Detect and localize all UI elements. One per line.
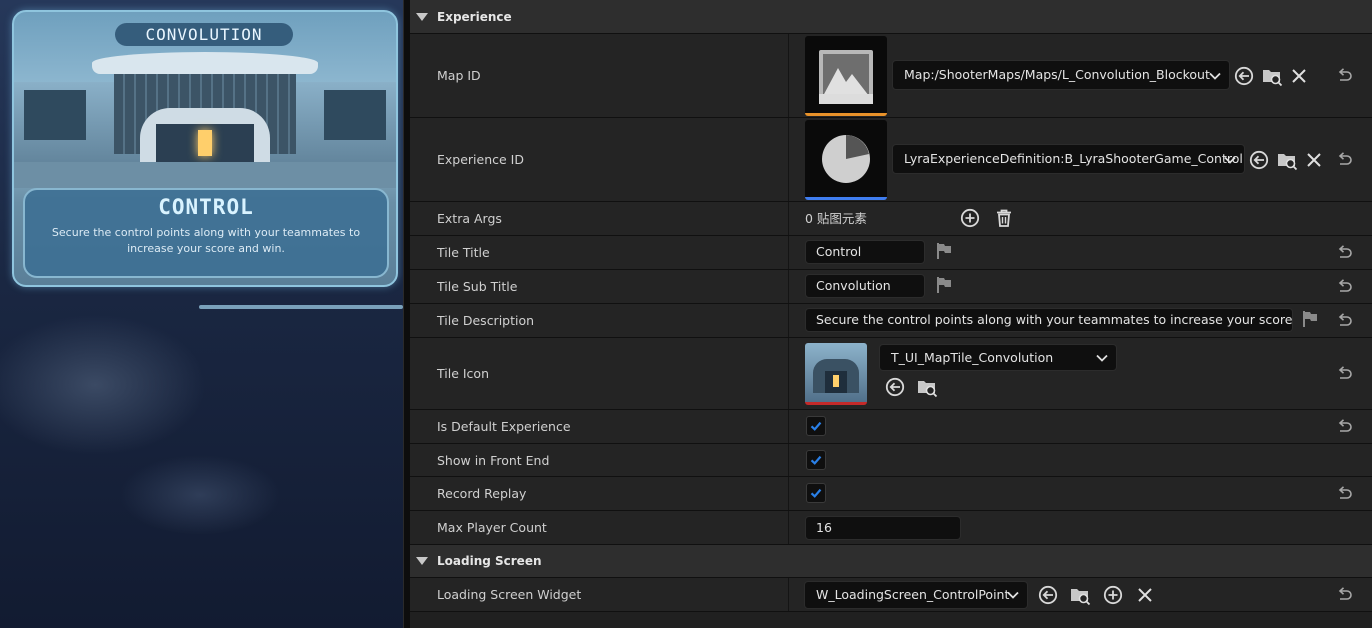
details-bottom-strip	[410, 612, 1372, 628]
property-label: Loading Screen Widget	[437, 587, 582, 602]
property-label: Map ID	[437, 68, 481, 83]
property-label: Extra Args	[437, 211, 502, 226]
property-label: Tile Sub Title	[437, 279, 518, 294]
experience-id-combo[interactable]: LyraExperienceDefinition:B_LyraShooterGa…	[892, 144, 1245, 174]
reset-to-default-icon[interactable]	[1336, 244, 1354, 262]
browse-asset-icon[interactable]	[1069, 584, 1091, 606]
map-tile-info: CONTROL Secure the control points along …	[23, 188, 389, 278]
checkmark-icon	[809, 486, 823, 500]
reset-to-default-icon[interactable]	[1336, 365, 1354, 383]
property-label: Experience ID	[437, 152, 524, 167]
browse-asset-icon[interactable]	[916, 376, 938, 398]
use-selected-asset-icon[interactable]	[1248, 149, 1270, 171]
use-selected-asset-icon[interactable]	[1233, 65, 1255, 87]
game-preview-viewport: CONVOLUTION CONTROL Secure the control p…	[0, 0, 403, 628]
browse-asset-icon[interactable]	[1276, 149, 1298, 171]
tile-description-input[interactable]: Secure the control points along with you…	[805, 308, 1293, 332]
property-tile-icon: Tile Icon T_UI_MapTile_Convolution	[410, 338, 1372, 410]
checkmark-icon	[809, 453, 823, 467]
tile-icon-thumbnail[interactable]	[805, 343, 867, 405]
remove-all-icon[interactable]	[993, 207, 1015, 229]
localization-flag-icon[interactable]	[934, 275, 954, 295]
property-max-player-count: Max Player Count 16	[410, 511, 1372, 545]
clear-icon[interactable]	[1134, 584, 1156, 606]
preview-scrollbar[interactable]	[199, 305, 403, 309]
reset-to-default-icon[interactable]	[1336, 151, 1354, 169]
clear-icon[interactable]	[1303, 149, 1325, 171]
reset-to-default-icon[interactable]	[1336, 418, 1354, 436]
category-label: Loading Screen	[437, 554, 542, 568]
collapse-arrow-icon[interactable]	[416, 12, 428, 21]
property-loading-screen-widget: Loading Screen Widget W_LoadingScreen_Co…	[410, 578, 1372, 612]
tile-icon-value: T_UI_MapTile_Convolution	[891, 350, 1054, 365]
loading-screen-widget-combo[interactable]: W_LoadingScreen_ControlPoint	[804, 581, 1028, 609]
tile-title-input[interactable]: Control	[805, 240, 925, 264]
reset-to-default-icon[interactable]	[1336, 67, 1354, 85]
chevron-down-icon	[1006, 588, 1020, 602]
is-default-experience-checkbox[interactable]	[806, 416, 826, 436]
details-panel: Experience Map ID Map:/ShooterMaps/Maps/…	[410, 0, 1372, 628]
property-label: Tile Icon	[437, 366, 489, 381]
reset-to-default-icon[interactable]	[1336, 586, 1354, 604]
chevron-down-icon	[1208, 69, 1222, 83]
property-map-id: Map ID Map:/ShooterMaps/Maps/L_Convoluti…	[410, 34, 1372, 118]
map-tile-card[interactable]: CONVOLUTION CONTROL Secure the control p…	[12, 10, 398, 287]
property-label: Is Default Experience	[437, 419, 571, 434]
chevron-down-icon	[1223, 153, 1237, 167]
loading-screen-widget-value: W_LoadingScreen_ControlPoint	[816, 587, 1010, 602]
data-asset-icon	[822, 135, 870, 183]
collapse-arrow-icon[interactable]	[416, 557, 428, 565]
property-label: Max Player Count	[437, 520, 547, 535]
property-label: Show in Front End	[437, 452, 550, 468]
reset-to-default-icon[interactable]	[1336, 312, 1354, 330]
checkmark-icon	[809, 419, 823, 433]
property-label: Tile Description	[437, 313, 535, 328]
record-replay-checkbox[interactable]	[806, 483, 826, 503]
map-id-value: Map:/ShooterMaps/Maps/L_Convolution_Bloc…	[904, 67, 1210, 82]
experience-asset-thumbnail[interactable]	[805, 120, 887, 200]
use-selected-asset-icon[interactable]	[1037, 584, 1059, 606]
browse-asset-icon[interactable]	[1261, 65, 1283, 87]
clear-icon[interactable]	[1288, 65, 1310, 87]
property-tile-title: Tile Title Control	[410, 236, 1372, 270]
map-id-combo[interactable]: Map:/ShooterMaps/Maps/L_Convolution_Bloc…	[892, 60, 1230, 90]
property-experience-id: Experience ID LyraExperienceDefinition:B…	[410, 118, 1372, 202]
map-asset-thumbnail[interactable]	[805, 36, 887, 116]
show-in-front-end-checkbox[interactable]	[806, 450, 826, 470]
reset-to-default-icon[interactable]	[1336, 278, 1354, 296]
property-tile-description: Tile Description Secure the control poin…	[410, 304, 1372, 338]
map-tile-description: Secure the control points along with you…	[51, 226, 361, 255]
property-label: Tile Title	[437, 245, 490, 260]
category-label: Experience	[437, 9, 512, 24]
tile-sub-title-input[interactable]: Convolution	[805, 274, 925, 298]
extra-args-count: 0 贴图元素	[805, 211, 867, 226]
add-icon[interactable]	[1102, 584, 1124, 606]
property-is-default-experience: Is Default Experience	[410, 410, 1372, 444]
map-name-badge: CONVOLUTION	[115, 23, 293, 46]
max-player-count-input[interactable]: 16	[805, 516, 961, 540]
map-icon	[819, 50, 873, 104]
map-tile-title: CONTROL	[158, 195, 254, 219]
experience-id-value: LyraExperienceDefinition:B_LyraShooterGa…	[904, 151, 1245, 166]
property-extra-args: Extra Args 0 贴图元素	[410, 202, 1372, 236]
property-record-replay: Record Replay	[410, 477, 1372, 511]
property-show-in-front-end: Show in Front End	[410, 444, 1372, 477]
localization-flag-icon[interactable]	[1300, 309, 1320, 329]
reset-to-default-icon[interactable]	[1336, 485, 1354, 503]
category-experience[interactable]: Experience	[410, 0, 1372, 34]
property-tile-sub-title: Tile Sub Title Convolution	[410, 270, 1372, 304]
add-element-icon[interactable]	[959, 207, 981, 229]
property-label: Record Replay	[437, 486, 527, 501]
category-loading-screen[interactable]: Loading Screen	[410, 545, 1372, 578]
use-selected-asset-icon[interactable]	[884, 376, 906, 398]
localization-flag-icon[interactable]	[934, 241, 954, 261]
chevron-down-icon	[1095, 351, 1109, 365]
tile-icon-combo[interactable]: T_UI_MapTile_Convolution	[879, 344, 1117, 371]
